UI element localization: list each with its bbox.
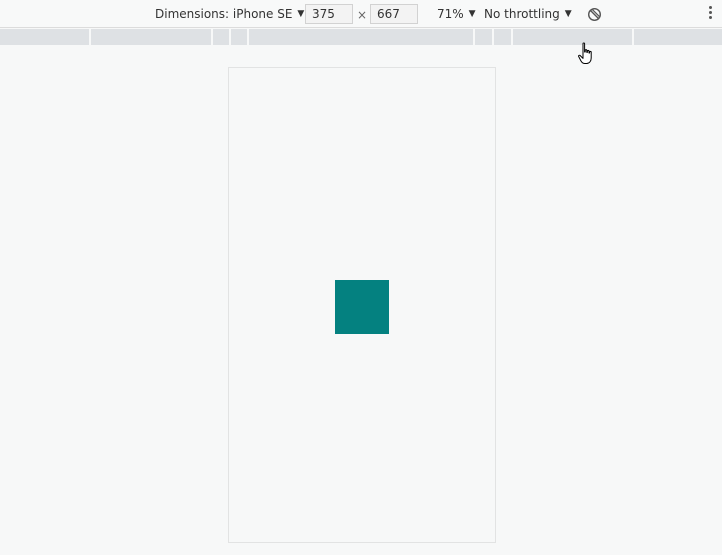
breakpoint-divider xyxy=(632,29,634,45)
throttling-dropdown[interactable]: No throttling ▼ xyxy=(484,0,572,28)
breakpoint-divider xyxy=(229,29,231,45)
device-toolbar: Dimensions: iPhone SE ▼ × 71% ▼ No throt… xyxy=(0,0,722,28)
device-dimensions-label: Dimensions: iPhone SE xyxy=(155,7,293,21)
teal-square xyxy=(335,280,389,334)
zoom-label: 71% xyxy=(437,7,464,21)
hand-pointer-icon xyxy=(578,42,592,64)
dimension-separator: × xyxy=(357,8,368,22)
chevron-down-icon: ▼ xyxy=(468,9,476,19)
media-query-bar[interactable] xyxy=(0,29,722,45)
rotate-icon[interactable] xyxy=(587,7,602,22)
zoom-dropdown[interactable]: 71% ▼ xyxy=(437,0,476,28)
breakpoint-divider xyxy=(211,29,213,45)
breakpoint-divider xyxy=(473,29,475,45)
throttling-label: No throttling xyxy=(484,7,560,21)
device-dimensions-dropdown[interactable]: Dimensions: iPhone SE ▼ xyxy=(155,0,304,28)
breakpoint-divider xyxy=(247,29,249,45)
more-options-icon[interactable] xyxy=(706,6,714,22)
height-input[interactable] xyxy=(370,4,418,24)
breakpoint-divider xyxy=(511,29,513,45)
breakpoint-divider xyxy=(89,29,91,45)
device-viewport[interactable] xyxy=(228,67,496,543)
chevron-down-icon: ▼ xyxy=(297,9,305,19)
breakpoint-divider xyxy=(492,29,494,45)
width-input[interactable] xyxy=(305,4,353,24)
chevron-down-icon: ▼ xyxy=(564,9,572,19)
